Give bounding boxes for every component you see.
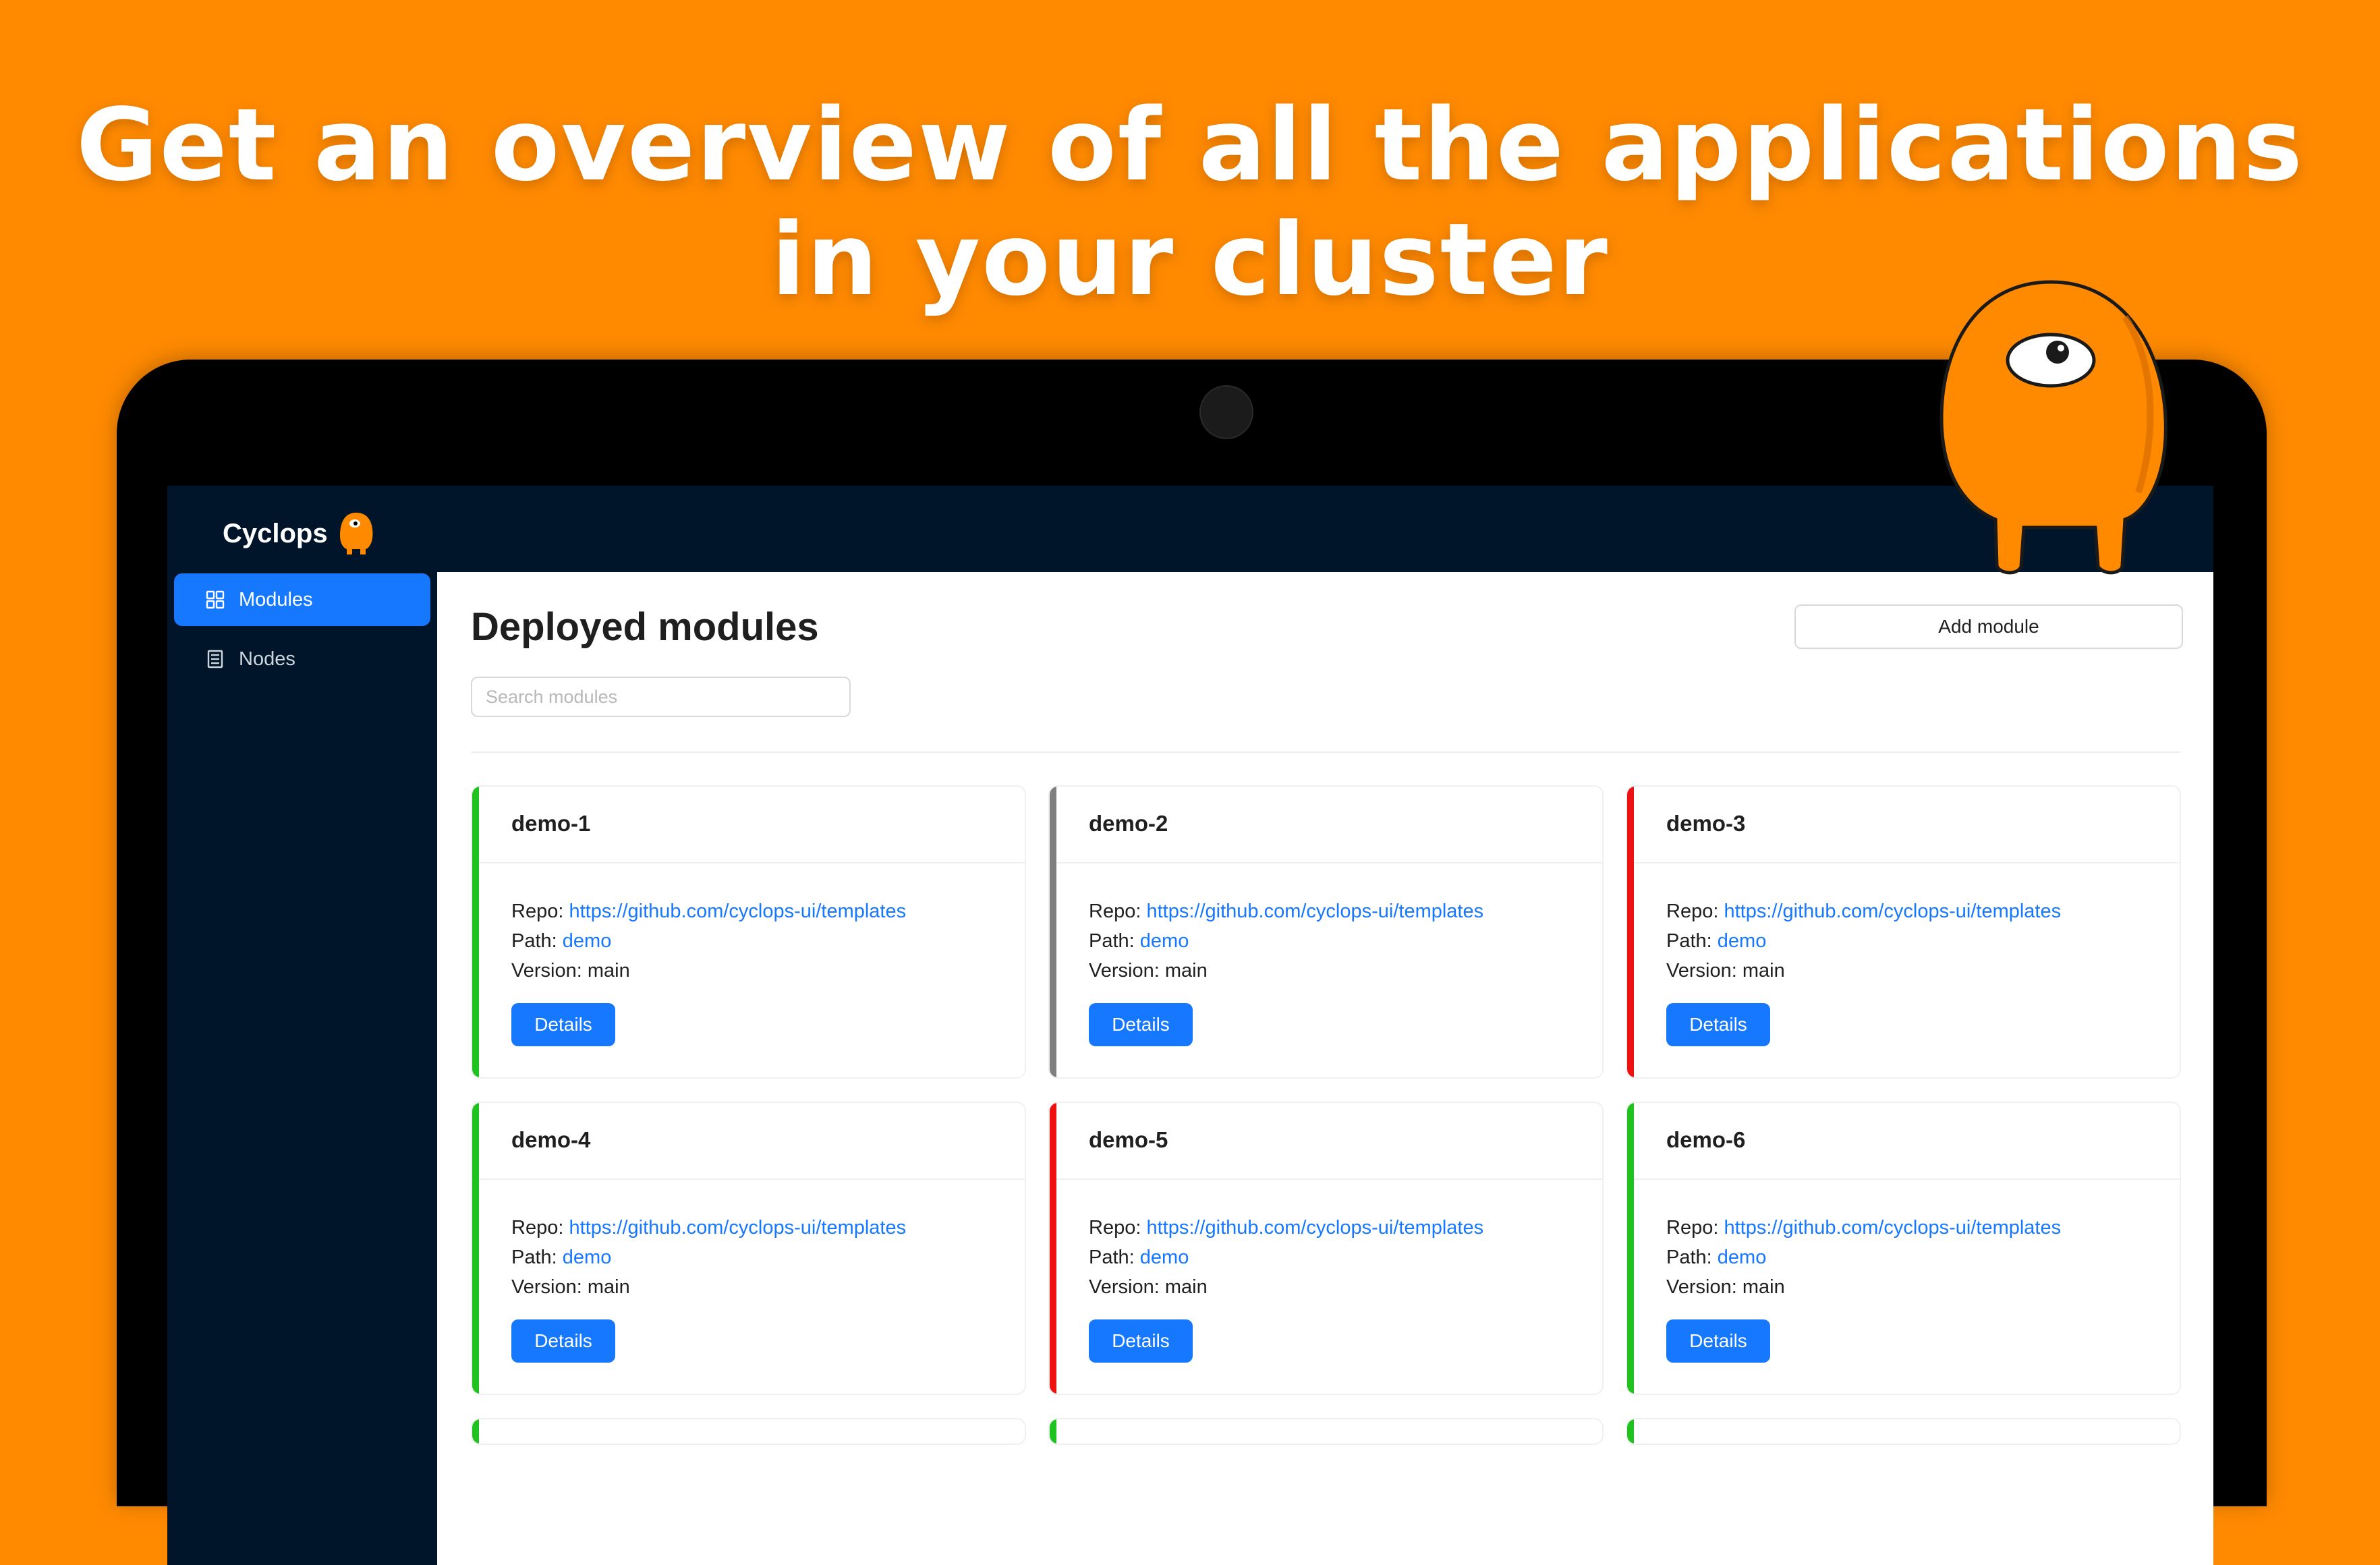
version-label: Version: <box>511 960 582 981</box>
status-indicator <box>472 787 479 1077</box>
module-card: demo-4 Repo: https://github.com/cyclops-… <box>471 1102 1026 1395</box>
card-body: Repo: https://github.com/cyclops-ui/temp… <box>511 897 906 986</box>
cyclops-mascot-icon <box>1923 277 2179 580</box>
status-indicator <box>472 1103 479 1394</box>
repo-link[interactable]: https://github.com/cyclops-ui/templates <box>1146 1217 1483 1239</box>
repo-link[interactable]: https://github.com/cyclops-ui/templates <box>569 901 906 922</box>
module-name: demo-1 <box>511 811 591 836</box>
version-label: Version: <box>1666 1276 1737 1298</box>
version-label: Version: <box>1666 960 1737 981</box>
grid-icon <box>205 590 225 610</box>
headline-line-1: Get an overview of all the applications <box>76 87 2304 203</box>
module-card-partial <box>471 1418 1026 1445</box>
version-label: Version: <box>511 1276 582 1298</box>
details-button[interactable]: Details <box>1666 1319 1770 1363</box>
sidebar-item-modules[interactable]: Modules <box>174 573 430 626</box>
repo-link[interactable]: https://github.com/cyclops-ui/templates <box>1146 901 1483 922</box>
module-name: demo-6 <box>1666 1127 1746 1152</box>
card-header: demo-3 <box>1634 787 2180 863</box>
path-label: Path: <box>1666 930 1712 952</box>
version-label: Version: <box>1089 960 1160 981</box>
path-label: Path: <box>511 930 557 952</box>
card-body: Repo: https://github.com/cyclops-ui/temp… <box>511 1213 906 1302</box>
details-button[interactable]: Details <box>1089 1319 1193 1363</box>
module-name: demo-3 <box>1666 811 1746 836</box>
cyclops-logo-icon <box>337 511 375 556</box>
brand[interactable]: Cyclops <box>223 511 375 556</box>
repo-label: Repo: <box>1666 1217 1719 1239</box>
version-value: main <box>587 1276 630 1298</box>
card-body: Repo: https://github.com/cyclops-ui/temp… <box>1089 897 1483 986</box>
repo-label: Repo: <box>1666 901 1719 922</box>
card-header: demo-5 <box>1056 1103 1602 1180</box>
details-button[interactable]: Details <box>1666 1003 1770 1046</box>
module-card: demo-3 Repo: https://github.com/cyclops-… <box>1626 785 2181 1079</box>
module-name: demo-2 <box>1089 811 1168 836</box>
version-value: main <box>1742 960 1785 981</box>
version-value: main <box>1164 1276 1208 1298</box>
version-value: main <box>1742 1276 1785 1298</box>
details-button[interactable]: Details <box>511 1319 615 1363</box>
path-label: Path: <box>1089 930 1135 952</box>
module-card: demo-5 Repo: https://github.com/cyclops-… <box>1048 1102 1604 1395</box>
main-content: Deployed modules Add module demo-1 Repo:… <box>437 572 2213 1565</box>
repo-label: Repo: <box>511 901 564 922</box>
card-body: Repo: https://github.com/cyclops-ui/temp… <box>1666 1213 2061 1302</box>
card-header: demo-2 <box>1056 787 1602 863</box>
document-icon <box>205 649 225 669</box>
path-link[interactable]: demo <box>1718 930 1767 952</box>
path-label: Path: <box>511 1247 557 1268</box>
search-input[interactable] <box>471 677 851 717</box>
card-header: demo-4 <box>479 1103 1025 1180</box>
repo-link[interactable]: https://github.com/cyclops-ui/templates <box>1724 901 2061 922</box>
status-indicator <box>1050 1419 1056 1444</box>
path-label: Path: <box>1089 1247 1135 1268</box>
camera-icon <box>1199 385 1253 439</box>
page-title: Deployed modules <box>471 605 819 649</box>
sidebar-item-label: Nodes <box>239 648 295 670</box>
repo-label: Repo: <box>1089 901 1141 922</box>
module-name: demo-4 <box>511 1127 591 1152</box>
path-link[interactable]: demo <box>563 1247 612 1268</box>
status-indicator <box>1050 1103 1056 1394</box>
card-body: Repo: https://github.com/cyclops-ui/temp… <box>1089 1213 1483 1302</box>
sidebar-item-nodes[interactable]: Nodes <box>174 633 430 685</box>
card-header: demo-6 <box>1634 1103 2180 1180</box>
path-link[interactable]: demo <box>1718 1247 1767 1268</box>
status-indicator <box>472 1419 479 1444</box>
status-indicator <box>1050 787 1056 1077</box>
repo-label: Repo: <box>511 1217 564 1239</box>
version-value: main <box>587 960 630 981</box>
brand-name: Cyclops <box>223 518 328 548</box>
sidebar-item-label: Modules <box>239 588 313 610</box>
path-link[interactable]: demo <box>1140 930 1189 952</box>
repo-link[interactable]: https://github.com/cyclops-ui/templates <box>1724 1217 2061 1239</box>
status-indicator <box>1627 787 1634 1077</box>
details-button[interactable]: Details <box>511 1003 615 1046</box>
version-value: main <box>1164 960 1208 981</box>
add-module-button[interactable]: Add module <box>1794 604 2183 649</box>
module-card: demo-6 Repo: https://github.com/cyclops-… <box>1626 1102 2181 1395</box>
status-indicator <box>1627 1419 1634 1444</box>
divider <box>471 751 2181 753</box>
top-bar: Cyclops <box>167 486 2213 572</box>
path-link[interactable]: demo <box>563 930 612 952</box>
card-header: demo-1 <box>479 787 1025 863</box>
sidebar: Modules Nodes <box>167 572 437 1565</box>
module-name: demo-5 <box>1089 1127 1168 1152</box>
details-button[interactable]: Details <box>1089 1003 1193 1046</box>
card-body: Repo: https://github.com/cyclops-ui/temp… <box>1666 897 2061 986</box>
path-label: Path: <box>1666 1247 1712 1268</box>
path-link[interactable]: demo <box>1140 1247 1189 1268</box>
status-indicator <box>1627 1103 1634 1394</box>
module-card-partial <box>1626 1418 2181 1445</box>
repo-label: Repo: <box>1089 1217 1141 1239</box>
module-card: demo-2 Repo: https://github.com/cyclops-… <box>1048 785 1604 1079</box>
module-card-partial <box>1048 1418 1604 1445</box>
repo-link[interactable]: https://github.com/cyclops-ui/templates <box>569 1217 906 1239</box>
version-label: Version: <box>1089 1276 1160 1298</box>
app-screen: Cyclops Modules Nodes Deployed modules A… <box>167 486 2213 1565</box>
module-card: demo-1 Repo: https://github.com/cyclops-… <box>471 785 1026 1079</box>
